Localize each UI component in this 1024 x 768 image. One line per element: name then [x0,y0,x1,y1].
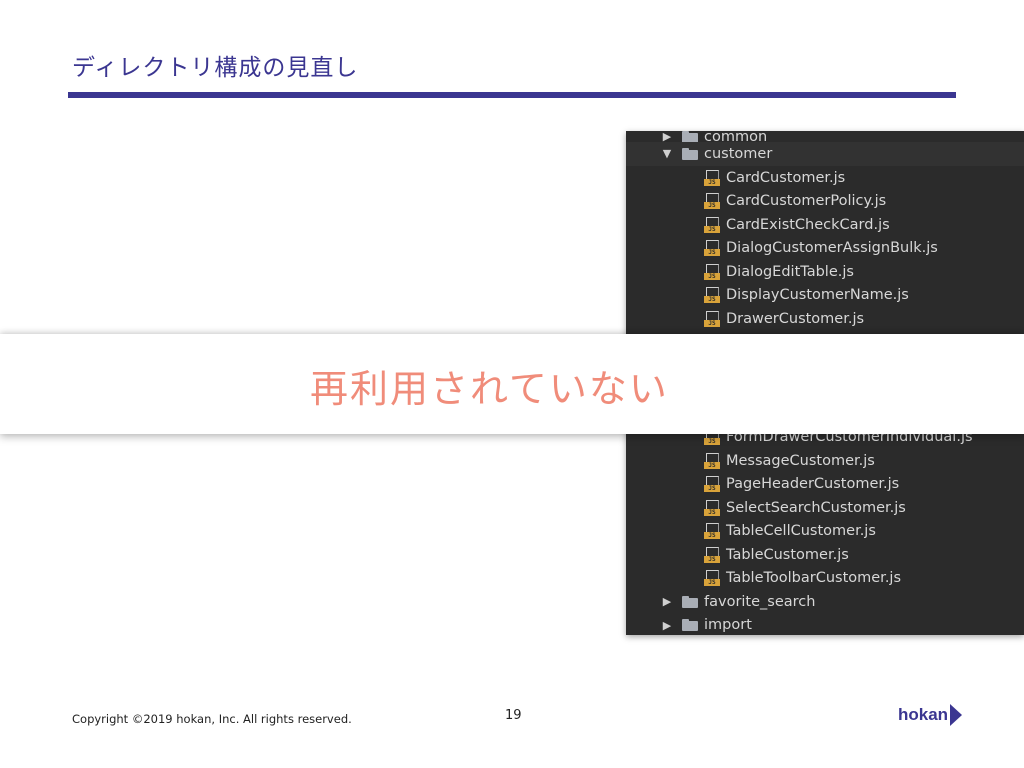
js-file-icon: JS [704,287,720,304]
folder-icon [682,147,698,160]
js-file-icon: JS [704,193,720,210]
chevron-right-icon[interactable]: ▶ [660,595,674,608]
js-file-icon: JS [704,570,720,587]
tree-file[interactable]: JS TableCustomer.js [704,543,849,567]
js-file-icon: JS [704,240,720,257]
tree-file[interactable]: JS TableToolbarCustomer.js [704,567,901,591]
tree-item-label: favorite_search [704,593,816,610]
tree-folder-import[interactable]: ▶ import [626,614,752,636]
copyright-notice: Copyright ©2019 hokan, Inc. All rights r… [72,712,352,726]
logo-chevron-icon [950,704,963,726]
hokan-logo: hokan [898,704,963,726]
tree-file[interactable]: JS CardCustomer.js [704,166,845,190]
tree-file[interactable]: JS DialogEditTable.js [704,260,854,284]
callout-text: 再利用されていない [310,367,669,411]
tree-item-label: TableToolbarCustomer.js [726,570,902,587]
tree-file[interactable]: JS MessageCustomer.js [704,449,875,473]
tree-file[interactable]: JS DisplayCustomerName.js [704,284,909,308]
tree-item-label: DisplayCustomerName.js [726,287,909,304]
page-number: 19 [505,708,522,723]
tree-file[interactable]: JS DialogCustomerAssignBulk.js [704,237,938,261]
tree-item-label: DrawerCustomer.js [726,310,865,327]
folder-icon [682,595,698,608]
tree-file[interactable]: JS CardCustomerPolicy.js [704,190,886,214]
folder-icon [682,619,698,632]
js-file-icon: JS [704,546,720,563]
js-file-icon: JS [704,310,720,327]
tree-item-label: customer [704,145,773,162]
js-file-icon: JS [704,476,720,493]
js-file-icon: JS [704,263,720,280]
tree-item-label: TableCellCustomer.js [726,523,876,540]
callout-banner: 再利用されていない [0,334,1024,434]
tree-folder-customer[interactable]: ▼ customer [626,142,1024,166]
logo-text: hokan [898,705,949,724]
tree-item-label: CardExistCheckCard.js [726,216,890,233]
tree-item-label: DialogEditTable.js [726,263,854,280]
folder-icon [682,131,698,143]
tree-item-label: SelectSearchCustomer.js [726,499,906,516]
js-file-icon: JS [704,169,720,186]
title-underline [68,92,956,98]
chevron-right-icon[interactable]: ▶ [660,619,674,632]
js-file-icon: JS [704,523,720,540]
tree-item-label: CardCustomer.js [726,169,846,186]
tree-folder-favorite-search[interactable]: ▶ favorite_search [626,590,816,614]
slide-title: ディレクトリ構成の見直し [72,55,359,81]
tree-file[interactable]: JS SelectSearchCustomer.js [704,496,906,520]
tree-item-label: PageHeaderCustomer.js [726,476,900,493]
tree-item-label: TableCustomer.js [726,546,849,563]
tree-item-label: CardCustomerPolicy.js [726,193,887,210]
js-file-icon: JS [704,452,720,469]
tree-file[interactable]: JS CardExistCheckCard.js [704,213,890,237]
chevron-down-icon[interactable]: ▼ [660,147,674,160]
tree-item-label: import [704,617,752,634]
tree-file[interactable]: JS TableCellCustomer.js [704,520,876,544]
tree-item-label: MessageCustomer.js [726,452,875,469]
tree-file[interactable]: JS PageHeaderCustomer.js [704,473,899,497]
tree-file[interactable]: JS DrawerCustomer.js [704,307,864,331]
js-file-icon: JS [704,499,720,516]
tree-item-label: DialogCustomerAssignBulk.js [726,240,938,257]
js-file-icon: JS [704,216,720,233]
